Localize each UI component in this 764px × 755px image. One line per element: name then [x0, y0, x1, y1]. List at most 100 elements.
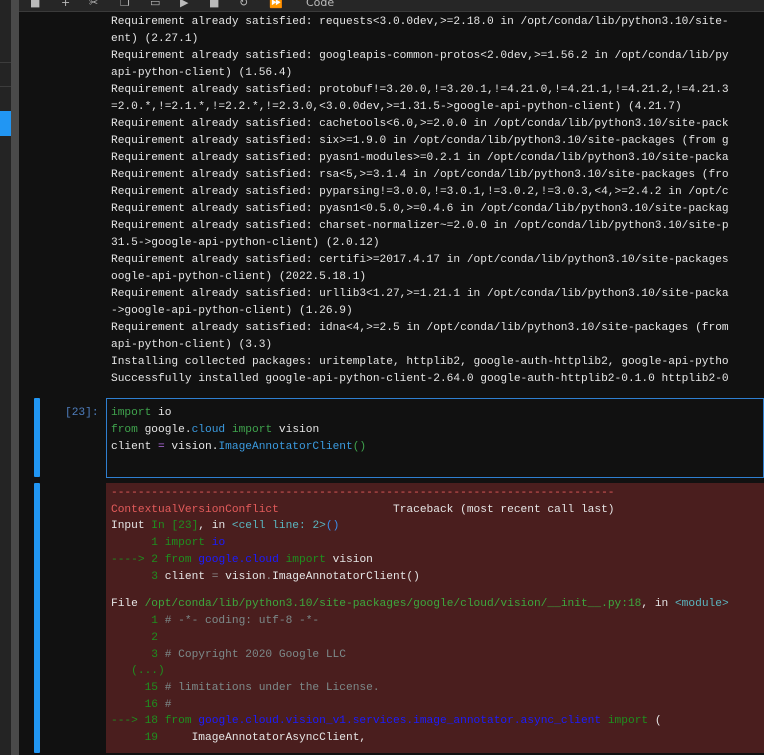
text-segment: ImageAnnotatorAsyncClient, [164, 732, 367, 745]
traceback-line: 3 client = vision.ImageAnnotatorClient() [111, 569, 729, 586]
text-segment: ContextualVersionConflict [111, 503, 279, 516]
text-segment: vision. [164, 441, 219, 453]
text-segment: ----------------------------------------… [111, 487, 615, 499]
text-segment: Requirement already satisfied: cachetool… [111, 118, 729, 130]
text-segment: google.cloud [198, 553, 279, 566]
output-line: =2.0.*,!=2.1.*,!=2.2.*,!=2.3.0,<3.0.0dev… [111, 99, 729, 116]
text-segment: Requirement already satisfied: rsa<5,>=3… [111, 169, 729, 181]
output-line: Requirement already satisfied: rsa<5,>=3… [111, 167, 729, 184]
output-line: Requirement already satisfied: requests<… [111, 14, 729, 31]
code-cell-input[interactable]: import io from google.cloud import vision… [106, 398, 764, 478]
left-sidebar [0, 0, 11, 755]
text-segment: = [158, 441, 165, 453]
cell-prompt: [23]: [65, 407, 99, 419]
traceback-line: File /opt/conda/lib/python3.10/site-pack… [111, 596, 729, 613]
text-segment: 2 [111, 631, 158, 644]
text-segment: # limitations under the License. [164, 681, 380, 694]
output-line: Requirement already satisfied: six>=1.9.… [111, 133, 729, 150]
text-segment: api-python-client) (1.56.4) [111, 67, 293, 79]
traceback-line: 3 # Copyright 2020 Google LLC [111, 647, 729, 664]
output-line: oogle-api-python-client) (2022.5.18.1) [111, 269, 729, 286]
text-segment: Requirement already satisfied: pyasn1-mo… [111, 152, 729, 164]
code-line: client = vision.ImageAnnotatorClient() [111, 439, 366, 456]
text-segment: # -*- coding: utf-8 -*- [164, 615, 320, 628]
text-segment: Input [111, 520, 152, 533]
fast-forward-icon[interactable]: ⏩ [269, 0, 283, 9]
cell-type-dropdown[interactable]: Code [306, 0, 334, 9]
text-segment: from [164, 715, 192, 728]
restart-icon[interactable]: ↻ [239, 0, 248, 9]
output-line: api-python-client) (1.56.4) [111, 65, 729, 82]
text-segment: ---> 18 [111, 715, 165, 728]
text-segment: io [211, 537, 226, 550]
output-selection-bar[interactable] [34, 483, 40, 753]
text-segment: import [231, 424, 273, 436]
sidebar-divider [0, 62, 11, 63]
text-segment: vision [218, 570, 266, 583]
text-segment: Requirement already satisfied: idna<4,>=… [111, 322, 729, 334]
output-line: Requirement already satisfied: cachetool… [111, 116, 729, 133]
text-segment: vision [272, 424, 320, 436]
text-segment: oogle-api-python-client) (2022.5.18.1) [111, 271, 367, 283]
traceback-line: Input In [23], in <cell line: 2>() [111, 518, 729, 535]
output-line: Installing collected packages: uritempla… [111, 354, 729, 371]
copy-icon[interactable]: ❐ [120, 0, 130, 9]
text-segment: 1 [111, 537, 165, 550]
text-segment: import [285, 553, 326, 566]
traceback-line: ----> 2 from google.cloud import vision [111, 552, 729, 569]
text-segment: Requirement already satisfied: protobuf!… [111, 84, 729, 96]
output-line: Requirement already satisfied: charset-n… [111, 218, 729, 235]
run-icon[interactable]: ▶ [180, 0, 188, 9]
text-segment: Requirement already satisfied: requests<… [111, 16, 729, 28]
text-segment [205, 537, 212, 549]
text-segment: , in [198, 520, 232, 533]
save-icon[interactable]: ■ [30, 0, 40, 9]
traceback-line: 1 import io [111, 535, 729, 552]
text-segment: , in [641, 598, 675, 611]
output-line: Requirement already satisfied: googleapi… [111, 48, 729, 65]
output-line: Requirement already satisfied: urllib3<1… [111, 286, 729, 303]
text-segment: () [325, 520, 340, 533]
text-segment: <cell line: 2> [231, 520, 326, 533]
sidebar-divider [0, 86, 11, 87]
text-segment: import [607, 715, 649, 728]
add-cell-icon[interactable]: + [61, 0, 70, 9]
output-line: Successfully installed google-api-python… [111, 371, 729, 388]
text-segment: Traceback (most recent call last) [278, 503, 615, 516]
cut-icon[interactable]: ✂ [89, 0, 98, 9]
error-output: ----------------------------------------… [106, 483, 764, 753]
sidebar-resize-handle[interactable] [11, 0, 19, 755]
cell-selection-bar[interactable] [34, 398, 40, 477]
text-segment: ImageAnnotatorClient [218, 441, 353, 453]
paste-icon[interactable]: ▭ [150, 0, 160, 9]
traceback-line: 2 [111, 630, 729, 647]
text-segment: import [164, 537, 206, 550]
text-segment: client [111, 441, 158, 453]
text-segment: ImageAnnotatorClient() [272, 570, 420, 583]
output-line: Requirement already satisfied: idna<4,>=… [111, 320, 729, 337]
text-segment: 3 [111, 570, 165, 583]
text-segment: Requirement already satisfied: googleapi… [111, 50, 729, 62]
traceback-line: (...) [111, 663, 729, 680]
text-segment: Requirement already satisfied: urllib3<1… [111, 288, 729, 300]
text-segment: 15 [111, 681, 165, 694]
code-editor[interactable]: import io from google.cloud import vision… [111, 405, 366, 456]
code-line: import io [111, 405, 366, 422]
text-segment: ->google-api-python-client) (1.26.9) [111, 305, 353, 317]
traceback-line: ContextualVersionConflict Traceback (mos… [111, 502, 729, 519]
stop-icon[interactable]: ■ [209, 0, 219, 9]
text-segment: vision [325, 553, 373, 566]
traceback-line [111, 585, 729, 596]
text-segment [225, 424, 232, 436]
text-segment: 3 [111, 648, 165, 661]
text-segment: Installing collected packages: uritempla… [111, 356, 729, 368]
text-segment: ent) (2.27.1) [111, 33, 199, 45]
text-segment: google.cloud.vision_v1.services.image_an… [198, 715, 602, 728]
traceback-line: 15 # limitations under the License. [111, 680, 729, 697]
traceback-line: 1 # -*- coding: utf-8 -*- [111, 613, 729, 630]
text-segment: client [164, 570, 212, 583]
text-segment: =2.0.*,!=2.1.*,!=2.2.*,!=2.3.0,<3.0.0dev… [111, 101, 682, 113]
sidebar-active-tab[interactable] [0, 111, 11, 136]
notebook-area: Requirement already satisfied: requests<… [19, 12, 764, 755]
text-segment: /opt/conda/lib/python3.10/site-packages/… [144, 598, 642, 611]
